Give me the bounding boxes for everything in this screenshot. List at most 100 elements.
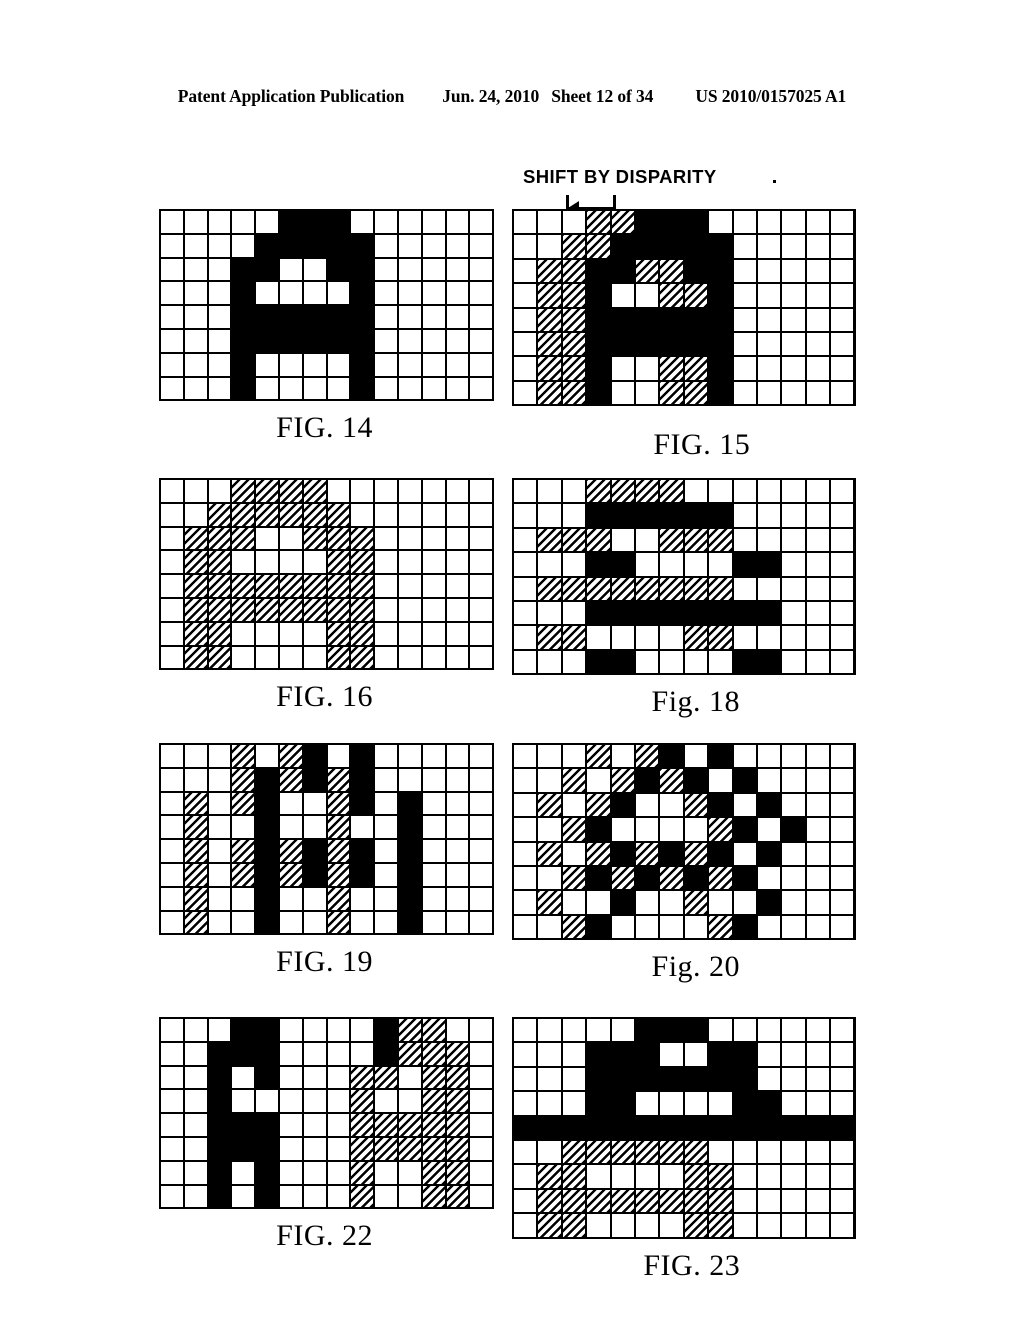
cell-white-r2-c2 (562, 1067, 586, 1091)
cell-black-r4-c6 (303, 840, 326, 862)
cell-black-r4-c4 (256, 840, 278, 862)
cell-white-r0-c12 (806, 745, 830, 768)
cell-hatch-r4-c2 (208, 575, 231, 597)
cell-hatch-r1-c5 (279, 503, 302, 526)
cell-black-r4-c3 (232, 306, 255, 328)
cell-white-r3-c11 (422, 816, 445, 839)
cell-black-r3-c11 (782, 818, 805, 841)
cell-hatch-r0-c3 (232, 480, 255, 502)
cell-black-r1-c7 (327, 234, 350, 257)
cell-black-r5-c8 (709, 601, 732, 625)
cell-black-r4-c5 (635, 1116, 659, 1139)
cell-hatch-r2-c3 (232, 527, 255, 550)
cell-white-r1-c12 (806, 504, 830, 527)
cell-black-r2-c4 (611, 1067, 634, 1091)
cell-white-r6-c5 (635, 357, 659, 380)
cell-hatch-r6-c1 (538, 1165, 561, 1188)
shift-by-disparity-label: SHIFT BY DISPARITY (523, 166, 717, 187)
cell-white-r3-c11 (782, 1092, 805, 1115)
cell-white-r2-c0 (161, 258, 183, 281)
cell-hatch-r5-c4 (256, 598, 278, 621)
cell-white-r6-c13 (831, 357, 854, 380)
cell-white-r4-c11 (422, 840, 445, 862)
cell-hatch-r2-c3 (232, 792, 255, 815)
cell-white-r1-c13 (470, 503, 493, 526)
cell-black-r5-c6 (660, 601, 683, 625)
cell-hatch-r2-c9 (375, 1066, 397, 1089)
cell-hatch-r2-c1 (538, 793, 561, 817)
cell-white-r2-c9 (375, 527, 397, 550)
cell-hatch-r1-c12 (446, 1042, 469, 1065)
cell-hatch-r7-c6 (660, 381, 683, 405)
cell-hatch-r5-c12 (446, 1137, 469, 1160)
cell-white-r6-c5 (635, 891, 659, 914)
cell-black-r6-c4 (256, 1161, 278, 1184)
cell-white-r3-c5 (635, 284, 659, 307)
fig-16-caption: FIG. 16 (276, 680, 374, 714)
cell-hatch-r4-c9 (375, 1114, 397, 1136)
fig-19-caption: FIG. 19 (276, 945, 374, 979)
cell-white-r2-c1 (184, 258, 207, 281)
cell-black-r1-c9 (733, 1043, 756, 1066)
cell-white-r5-c6 (303, 1137, 326, 1160)
cell-white-r6-c11 (422, 887, 445, 910)
cell-hatch-r3-c12 (446, 1090, 469, 1113)
cell-white-r6-c9 (733, 357, 756, 380)
cell-white-r1-c12 (806, 235, 830, 258)
cell-hatch-r7-c7 (684, 1189, 708, 1213)
cell-white-r3-c0 (514, 284, 537, 307)
cell-black-r3-c2 (208, 1090, 231, 1113)
cell-hatch-r7-c2 (562, 381, 586, 405)
cell-hatch-r2-c7 (327, 792, 350, 815)
cell-white-r2-c5 (635, 528, 659, 552)
cell-white-r2-c11 (422, 258, 445, 281)
cell-white-r2-c12 (446, 792, 469, 815)
cell-white-r0-c2 (562, 1019, 586, 1042)
cell-white-r3-c12 (806, 284, 830, 307)
cell-hatch-r7-c5 (635, 1189, 659, 1213)
cell-white-r7-c5 (279, 377, 302, 400)
cell-hatch-r0-c5 (635, 480, 659, 503)
cell-white-r7-c11 (782, 915, 805, 939)
cell-white-r3-c8 (709, 1092, 732, 1115)
cell-black-r1-c4 (256, 234, 278, 257)
cell-black-r2-c8 (709, 1067, 732, 1091)
cell-white-r4-c13 (470, 306, 493, 328)
cell-hatch-r4-c7 (327, 840, 350, 862)
cell-white-r6-c10 (398, 622, 421, 645)
cell-black-r0-c4 (256, 1019, 278, 1041)
cell-white-r2-c1 (538, 1067, 561, 1091)
cell-white-r3-c13 (470, 816, 493, 839)
cell-hatch-r0-c3 (587, 745, 610, 768)
cell-white-r6-c5 (635, 626, 659, 649)
cell-white-r4-c2 (562, 842, 586, 865)
cell-hatch-r1-c3 (232, 503, 255, 526)
cell-white-r8-c11 (782, 1214, 805, 1237)
cell-black-r2-c10 (757, 793, 781, 817)
cell-white-r7-c5 (635, 650, 659, 674)
cell-white-r5-c12 (806, 601, 830, 625)
cell-white-r0-c13 (470, 480, 493, 502)
cell-white-r6-c1 (184, 353, 207, 376)
cell-white-r2-c0 (161, 1066, 183, 1089)
cell-black-r4-c4 (611, 1116, 634, 1139)
cell-white-r2-c9 (733, 793, 756, 817)
cell-white-r4-c13 (470, 1114, 493, 1136)
cell-white-r2-c11 (422, 527, 445, 550)
cell-white-r5-c2 (208, 863, 231, 886)
cell-white-r6-c13 (470, 1161, 493, 1184)
cell-white-r4-c0 (161, 306, 183, 328)
cell-hatch-r4-c10 (398, 1114, 421, 1136)
cell-white-r2-c12 (446, 258, 469, 281)
cell-hatch-r7-c6 (660, 1189, 683, 1213)
cell-white-r6-c11 (782, 1165, 805, 1188)
cell-white-r7-c2 (208, 911, 231, 934)
cell-white-r0-c13 (831, 480, 854, 503)
cell-white-r6-c13 (470, 622, 493, 645)
cell-white-r4-c12 (446, 840, 469, 862)
cell-hatch-r4-c8 (351, 575, 374, 597)
cell-white-r3-c0 (514, 553, 537, 576)
cell-black-r3-c3 (587, 284, 610, 307)
cell-white-r7-c6 (303, 911, 326, 934)
cell-hatch-r5-c4 (611, 1140, 634, 1164)
